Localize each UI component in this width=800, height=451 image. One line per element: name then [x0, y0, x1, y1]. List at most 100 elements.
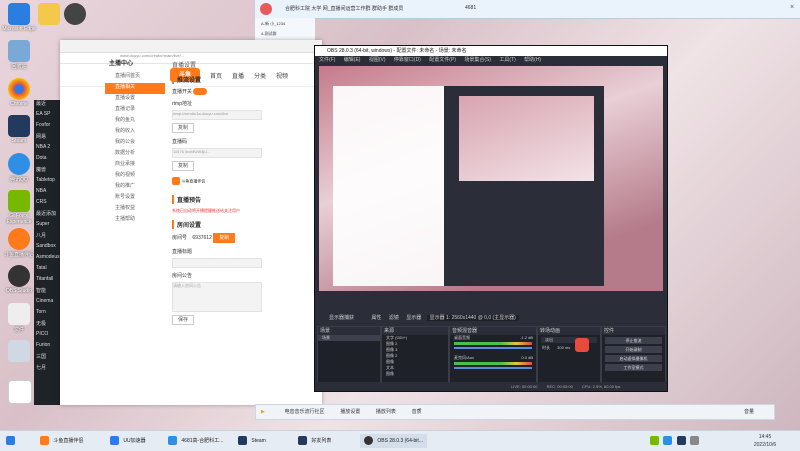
- sidebar-item[interactable]: 主播权益: [105, 204, 165, 215]
- taskbar-app[interactable]: Steam: [238, 434, 266, 448]
- filters-button[interactable]: 滤镜: [389, 315, 399, 321]
- browser-tabbar: [60, 40, 322, 53]
- sidebar-item[interactable]: 商业承接: [105, 160, 165, 171]
- desktop-icon-label: GeForce Experience: [6, 213, 32, 225]
- qq-tray-icon[interactable]: [663, 436, 673, 446]
- recycle-bin-icon[interactable]: [8, 40, 30, 62]
- sidebar-item[interactable]: 直播设置: [105, 94, 165, 105]
- taskbar-app-active[interactable]: OBS 28.0.3 (64-bit...: [360, 434, 427, 448]
- taskbar-app-label: OBS 28.0.3 (64-bit...: [377, 438, 423, 444]
- obs-shortcut-icon[interactable]: [64, 3, 86, 25]
- list-item[interactable]: A-新 小_1234: [255, 18, 315, 30]
- volume-label[interactable]: 音量: [744, 405, 754, 419]
- copy-button[interactable]: 复制: [172, 161, 195, 172]
- copy-room-button[interactable]: 复制: [213, 233, 236, 244]
- obs-icon[interactable]: [8, 265, 30, 287]
- nav-item[interactable]: 视频: [276, 71, 288, 80]
- virtual-camera-button[interactable]: 启动虚拟摄像机: [605, 355, 662, 362]
- doc-icon[interactable]: [8, 380, 32, 404]
- volume-slider[interactable]: [454, 347, 532, 349]
- obs-menubar: 文件(F) 编辑(E) 视图(V) 停靠窗口(D) 配置文件(P) 场景集合(S…: [315, 56, 667, 64]
- qq-icon[interactable]: [8, 153, 30, 175]
- file-icon[interactable]: [8, 303, 30, 325]
- taskbar-app[interactable]: 4681高-合肥科工...: [168, 434, 223, 448]
- sidebar-item[interactable]: 数据分析: [105, 149, 165, 160]
- sidebar-item[interactable]: 我的收入: [105, 127, 165, 138]
- media-item[interactable]: 音质: [412, 409, 422, 415]
- clock[interactable]: 14:45 2022/10/6: [740, 433, 790, 449]
- studio-mode-button[interactable]: 工作室模式: [605, 364, 662, 371]
- taskbar-app[interactable]: 斗鱼直播伴侣: [40, 434, 83, 448]
- play-icon[interactable]: ▶: [261, 409, 265, 415]
- clock-time: 14:45: [758, 434, 772, 440]
- sidebar-item[interactable]: 主播帮助: [105, 215, 165, 226]
- start-icon[interactable]: [6, 434, 18, 448]
- douyu-assistant-banner[interactable]: 斗鱼直播伴侣: [172, 177, 262, 189]
- taskbar-app[interactable]: UU加速器: [110, 434, 146, 448]
- source-item[interactable]: 图像: [382, 371, 448, 377]
- sidebar-item[interactable]: 直播记录: [105, 105, 165, 116]
- close-icon[interactable]: ×: [790, 4, 798, 12]
- display-select[interactable]: 显示器 1: 2560x1440 @ 0,0 (主显示器): [426, 315, 519, 321]
- stream-code-field[interactable]: 11576 0xzMUW4jU...: [172, 148, 262, 159]
- taskbar-app-label: UU加速器: [123, 438, 146, 444]
- rtmp-field[interactable]: rtmp://sendtc3a.douyu.com/live: [172, 110, 262, 121]
- duration-input[interactable]: 300 ms: [557, 345, 570, 350]
- menu-item[interactable]: 配置文件(P): [429, 57, 456, 63]
- sidebar-item-active[interactable]: 直播相关: [105, 83, 165, 94]
- announcement-field[interactable]: 请输入房间公告: [172, 282, 262, 313]
- cpu-fps: CPU: 2.5%, 60.00 fps: [581, 384, 621, 389]
- push-toggle[interactable]: [193, 88, 208, 96]
- menu-item[interactable]: 文件(F): [319, 57, 335, 63]
- edge-icon[interactable]: [8, 3, 30, 25]
- mixer-row: 麦克风/Aux 0.0 dB: [450, 355, 536, 361]
- menu-item[interactable]: 帮助(H): [524, 57, 541, 63]
- save-button[interactable]: 保存: [172, 315, 195, 326]
- sidebar-item[interactable]: 我的鱼丸: [105, 116, 165, 127]
- misc-icon[interactable]: [8, 340, 30, 362]
- mixer-db: 0.0 dB: [521, 355, 533, 360]
- steam-friends-icon: [298, 436, 307, 446]
- folder-icon[interactable]: [38, 3, 60, 25]
- menu-item[interactable]: 视图(V): [369, 57, 386, 63]
- desktop-icon-label: 回收站: [11, 64, 27, 70]
- menu-item[interactable]: 场景集合(S): [464, 57, 491, 63]
- nvidia-tray-icon[interactable]: [650, 436, 659, 446]
- transitions-dock: 转场动画 淡出 时长 300 ms: [537, 326, 601, 383]
- menu-item[interactable]: 编辑(E): [344, 57, 361, 63]
- desktop-icon-label: Chrome: [10, 101, 28, 107]
- taskbar-app[interactable]: 好友列表: [298, 434, 331, 448]
- media-item[interactable]: 播放列表: [376, 409, 396, 415]
- volume-slider[interactable]: [454, 367, 532, 369]
- sidebar-item[interactable]: 我的推广: [105, 182, 165, 193]
- media-item[interactable]: 播放设置: [340, 409, 360, 415]
- clock-date: 2022/10/6: [753, 442, 777, 448]
- chrome-icon[interactable]: [8, 78, 30, 100]
- nvidia-icon[interactable]: [8, 190, 30, 212]
- properties-button[interactable]: 属性: [371, 315, 381, 321]
- menu-item[interactable]: 停靠窗口(D): [394, 57, 421, 63]
- sidebar-item[interactable]: 我的公会: [105, 138, 165, 149]
- start-recording-button[interactable]: 开始录制: [605, 346, 662, 353]
- copy-button[interactable]: 复制: [172, 123, 195, 134]
- scene-item[interactable]: 场景: [318, 335, 380, 341]
- volume-icon[interactable]: [690, 436, 700, 446]
- chat-title: 合肥科工院 大学 网_直播间运营工作群 群助手 群成员: [285, 6, 404, 12]
- taskbar-app-label: 4681高-合肥科工...: [181, 438, 224, 444]
- sidebar-item[interactable]: 直播间首页: [105, 72, 165, 83]
- obs-preview[interactable]: [319, 66, 663, 291]
- field-label: 直播开关: [172, 89, 193, 95]
- list-item[interactable]: 4-测试群: [255, 30, 315, 38]
- steam-tray-icon[interactable]: [676, 436, 686, 446]
- sidebar-item[interactable]: 我的视频: [105, 171, 165, 182]
- menu-item[interactable]: 工具(T): [499, 57, 515, 63]
- room-title-field[interactable]: [172, 258, 262, 269]
- media-item[interactable]: 电音音乐流行社区: [285, 409, 325, 415]
- sidebar-item[interactable]: 账号设置: [105, 193, 165, 204]
- douyu-icon[interactable]: [8, 228, 30, 250]
- warning-text: 系统已自动将开播提醒推送给关注用户: [172, 208, 240, 214]
- stop-streaming-button[interactable]: 停止推流: [605, 337, 662, 344]
- sohu-icon[interactable]: [575, 338, 589, 352]
- media-player-bar: ▶ 电音音乐流行社区 播放设置 播放列表 音质 音量: [255, 404, 775, 420]
- steam-icon[interactable]: [8, 115, 30, 137]
